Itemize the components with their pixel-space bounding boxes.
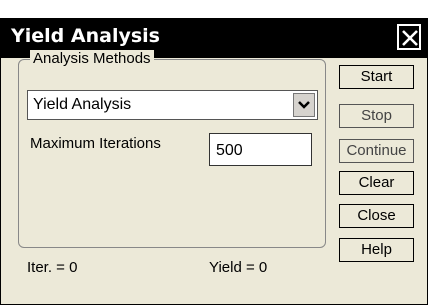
analysis-method-select[interactable]: Yield Analysis	[27, 90, 318, 120]
analysis-methods-label: Analysis Methods	[30, 50, 154, 67]
close-icon	[402, 30, 418, 46]
help-button[interactable]: Help	[339, 238, 414, 262]
max-iterations-label: Maximum Iterations	[30, 135, 161, 152]
clear-button[interactable]: Clear	[339, 171, 414, 195]
close-button[interactable]: Close	[339, 204, 414, 228]
iteration-status: Iter. = 0	[27, 259, 78, 276]
start-button[interactable]: Start	[339, 65, 414, 89]
max-iterations-input[interactable]: 500	[209, 133, 312, 166]
selected-method-value: Yield Analysis	[33, 96, 132, 113]
yield-status: Yield = 0	[209, 259, 268, 276]
dropdown-button[interactable]	[293, 93, 315, 117]
stop-button[interactable]: Stop	[339, 104, 414, 128]
close-window-button[interactable]	[397, 24, 421, 50]
dialog-title: Yield Analysis	[11, 25, 160, 47]
chevron-down-icon	[298, 101, 310, 109]
continue-button[interactable]: Continue	[339, 139, 414, 163]
